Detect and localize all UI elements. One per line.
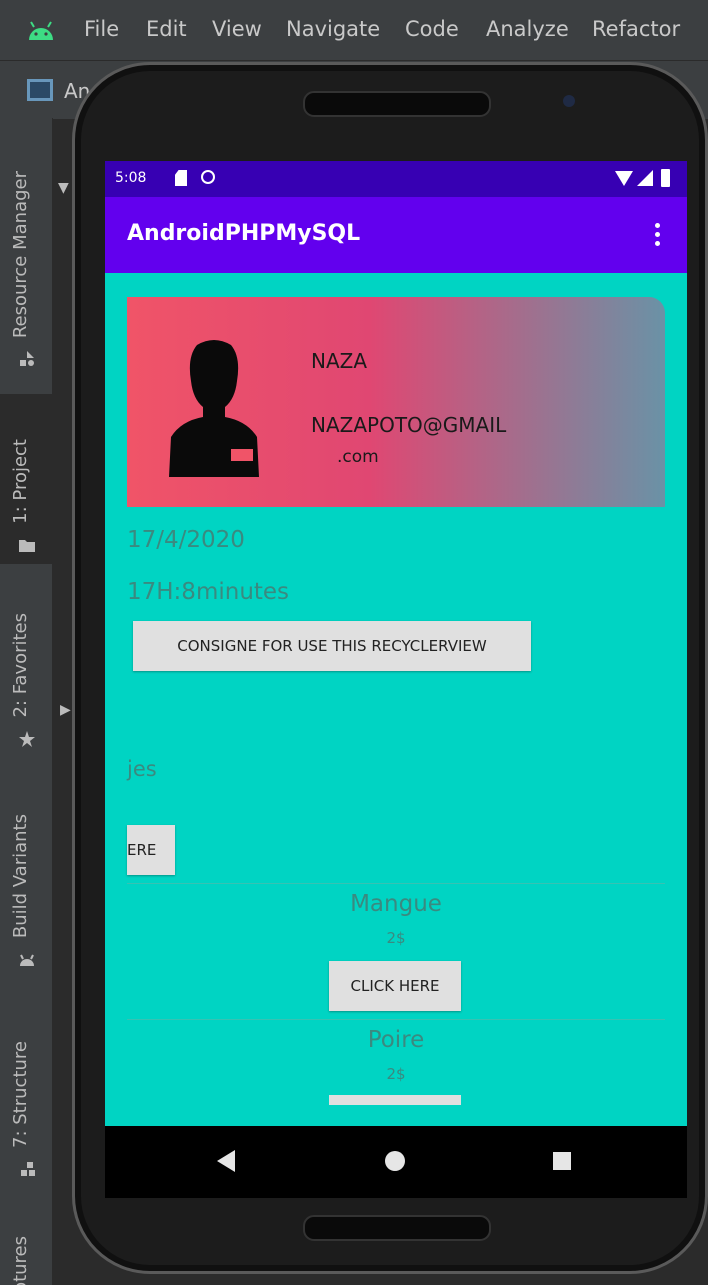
item-name-mangue: Mangue (350, 891, 442, 917)
menu-edit[interactable]: Edit (146, 17, 187, 41)
sd-card-icon (175, 170, 187, 186)
profile-email-suffix: .com (337, 447, 379, 467)
android-icon (20, 954, 34, 966)
profile-email: NAZAPOTO@GMAIL (311, 413, 507, 437)
emulator-device-frame: 5:08 AndroidPHPMySQL NAZA NAZAPOTO@GMAIL… (72, 62, 708, 1274)
navigation-bar (105, 1126, 687, 1198)
tab-label: Resource Manager (10, 170, 31, 338)
tab-build-variants[interactable]: Build Variants (0, 788, 52, 978)
partial-click-here-button[interactable] (329, 1095, 461, 1105)
tree-collapse-icon[interactable]: ▶ (60, 702, 71, 718)
bottom-speaker (303, 1215, 491, 1241)
project-window-icon (27, 79, 53, 101)
status-bar: 5:08 (105, 161, 687, 197)
signal-icon (637, 170, 653, 186)
tab-label: 2: Favorites (10, 613, 31, 718)
more-vert-icon[interactable] (655, 223, 661, 250)
tab-label: ptures (10, 1235, 31, 1285)
tab-captures[interactable]: ptures (0, 1218, 52, 1285)
profile-name: NAZA (311, 349, 368, 373)
device-screen: 5:08 AndroidPHPMySQL NAZA NAZAPOTO@GMAIL… (105, 161, 687, 1126)
tab-favorites[interactable]: 2: Favorites (0, 588, 52, 758)
recent-apps-icon[interactable] (553, 1152, 571, 1170)
battery-icon (661, 169, 670, 187)
star-icon (19, 731, 35, 747)
tab-resource-manager[interactable]: Resource Manager (0, 138, 52, 378)
menu-file[interactable]: File (84, 17, 119, 41)
wifi-icon (615, 171, 633, 186)
item-price-mangue: 2$ (386, 929, 406, 947)
tab-label: 7: Structure (10, 1041, 31, 1148)
back-icon[interactable] (217, 1150, 235, 1172)
menu-refactor[interactable]: Refactor (592, 17, 680, 41)
tree-expand-icon[interactable]: ▼ (58, 180, 69, 196)
ide-menubar: File Edit View Navigate Code Analyze Ref… (0, 0, 708, 60)
profile-card: NAZA NAZAPOTO@GMAIL .com (127, 297, 665, 507)
menu-code[interactable]: Code (405, 17, 459, 41)
hour-text: 17H:8minutes (127, 579, 290, 605)
date-text: 17/4/2020 (127, 527, 245, 553)
sync-icon (201, 170, 215, 184)
consigne-button[interactable]: CONSIGNE FOR USE THIS RECYCLERVIEW (133, 621, 531, 671)
menu-navigate[interactable]: Navigate (286, 17, 380, 41)
tab-label: 1: Project (10, 439, 31, 524)
menu-view[interactable]: View (212, 17, 262, 41)
item-price-poire: 2$ (386, 1065, 406, 1083)
partial-click-button[interactable]: ERE (127, 825, 175, 875)
folder-icon (19, 540, 35, 552)
android-studio-logo-icon (29, 21, 53, 40)
earpiece-speaker (303, 91, 491, 117)
resource-manager-icon (20, 351, 34, 366)
home-icon[interactable] (385, 1151, 405, 1171)
list-divider (127, 883, 665, 884)
click-here-button[interactable]: CLICK HERE (329, 961, 461, 1011)
tab-label: Build Variants (10, 813, 31, 938)
app-bar: AndroidPHPMySQL (105, 197, 687, 273)
partial-label: jes (127, 757, 157, 781)
structure-icon (21, 1162, 35, 1176)
status-time: 5:08 (115, 170, 147, 186)
tab-project[interactable]: 1: Project (0, 394, 52, 564)
menu-analyze[interactable]: Analyze (486, 17, 569, 41)
list-divider (127, 1019, 665, 1020)
person-icon (169, 340, 259, 477)
app-title: AndroidPHPMySQL (127, 221, 361, 246)
front-camera (563, 95, 575, 107)
tab-structure[interactable]: 7: Structure (0, 1008, 52, 1188)
item-name-poire: Poire (367, 1027, 425, 1053)
tool-window-sidebar: Resource Manager 1: Project 2: Favorites… (0, 118, 53, 1285)
